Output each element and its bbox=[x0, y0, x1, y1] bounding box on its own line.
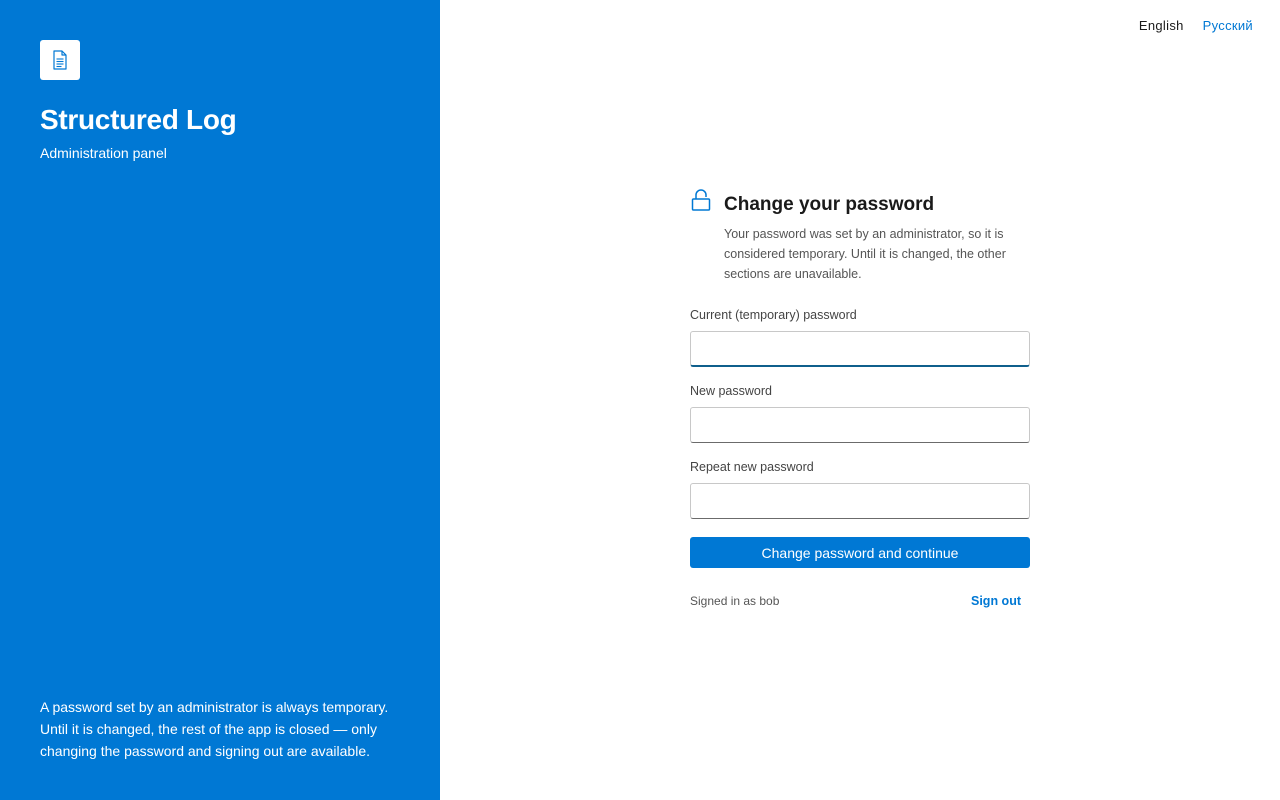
current-password-label: Current (temporary) password bbox=[690, 308, 857, 322]
new-password-input[interactable] bbox=[690, 407, 1030, 443]
change-password-button[interactable]: Change password and continue bbox=[690, 537, 1030, 568]
language-switcher: English Русский bbox=[1139, 18, 1253, 33]
form-description: Your password was set by an administrato… bbox=[724, 227, 1006, 281]
sidebar-note: A password set by an administrator is al… bbox=[40, 699, 389, 759]
new-password-label: New password bbox=[690, 384, 772, 398]
language-option-russian[interactable]: Русский bbox=[1203, 18, 1253, 33]
document-icon bbox=[40, 40, 80, 80]
signed-in-text: Signed in as bob bbox=[690, 594, 780, 608]
repeat-password-label: Repeat new password bbox=[690, 460, 814, 474]
lock-icon bbox=[691, 189, 711, 211]
app-subtitle: Administration panel bbox=[40, 145, 167, 161]
change-password-form: Change your password Your password was s… bbox=[690, 188, 1030, 608]
sidebar: Structured Log Administration panel A pa… bbox=[0, 0, 440, 800]
repeat-password-input[interactable] bbox=[690, 483, 1030, 519]
sign-out-link[interactable]: Sign out bbox=[971, 594, 1021, 608]
repeat-password-group: Repeat new password bbox=[690, 460, 1030, 519]
current-password-group: Current (temporary) password bbox=[690, 308, 1030, 367]
current-password-input[interactable] bbox=[690, 331, 1030, 367]
app-title: Structured Log bbox=[40, 104, 237, 135]
session-footer: Signed in as bob Sign out bbox=[690, 594, 1030, 608]
language-option-english[interactable]: English bbox=[1139, 18, 1184, 33]
new-password-group: New password bbox=[690, 384, 1030, 443]
form-heading: Change your password bbox=[724, 194, 935, 215]
